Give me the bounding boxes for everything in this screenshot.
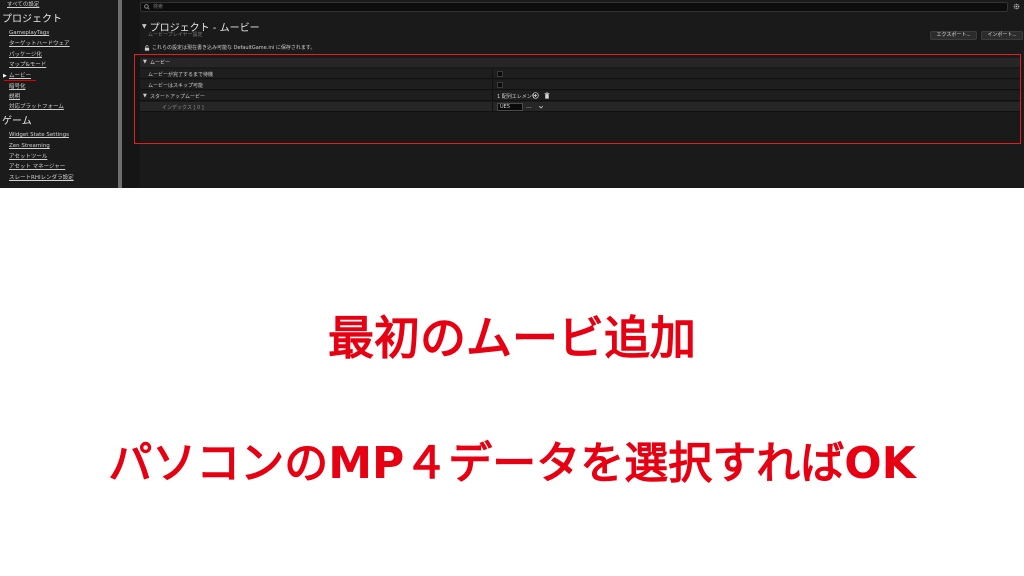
sidebar-item-target-hardware[interactable]: ターゲットハードウェア [9, 41, 70, 48]
chevron-down-icon[interactable] [538, 104, 544, 110]
property-row-wait: ムービーが完了するまで待機 [140, 69, 1020, 79]
export-button[interactable]: エクスポート... [930, 31, 977, 40]
config-info-text: これらの設定は現在書き込み可能な DefaultGame.ini に保存されます… [152, 45, 316, 51]
all-settings-link[interactable]: すべての設定 [7, 2, 39, 9]
sidebar-item-supported-platforms[interactable]: 対応プラットフォーム [9, 104, 64, 111]
search-input[interactable] [153, 3, 993, 11]
editor-screenshot: すべての設定 プロジェクト GameplayTags ターゲットハードウェア パ… [0, 0, 1024, 188]
property-row-skippable: ムービーはスキップ可能 [140, 80, 1020, 90]
unlock-icon [144, 44, 150, 51]
sidebar-item-description[interactable]: 説明 [9, 94, 20, 101]
sidebar-item-packaging[interactable]: パッケージ化 [9, 52, 42, 59]
collapse-arrow-icon[interactable]: ▼ [142, 23, 147, 30]
add-element-icon[interactable] [532, 92, 539, 99]
section-title: ムービー [150, 60, 171, 66]
gear-icon[interactable] [1013, 3, 1020, 10]
search-bar [140, 2, 1008, 12]
page-subtitle: ムービープレイヤー設定 [148, 32, 203, 38]
column-divider[interactable] [492, 91, 493, 101]
property-label-wait: ムービーが完了するまで待機 [148, 72, 214, 78]
property-label-startup: スタートアップムービー [150, 94, 206, 100]
expand-arrow-icon[interactable]: ▼ [143, 93, 147, 99]
sidebar-item-asset-tools[interactable]: アセットツール [9, 154, 47, 161]
page-title-row: ▼ プロジェクト - ムービー [142, 16, 260, 34]
property-label-index: インデックス [ 0 ] [162, 105, 204, 111]
array-element-count: 1 配列エレメント [497, 94, 537, 100]
section-header-movies[interactable]: ▼ ムービー [140, 58, 1020, 67]
property-row-startup-movies: ▼ スタートアップムービー 1 配列エレメント [140, 91, 1020, 101]
sidebar-item-zen-streaming[interactable]: Zen Streaming [9, 143, 50, 150]
section-collapse-icon[interactable]: ▼ [143, 59, 147, 65]
sidebar-item-encryption[interactable]: 暗号化 [9, 84, 26, 91]
column-divider[interactable] [492, 102, 493, 112]
sidebar-item-widget-state[interactable]: Widget State Settings [9, 132, 69, 139]
category-game: ゲーム [2, 116, 32, 127]
search-icon [144, 4, 150, 10]
movie-path-input[interactable] [497, 103, 523, 111]
browse-button[interactable]: ... [526, 103, 532, 110]
config-info: これらの設定は現在書き込み可能な DefaultGame.ini に保存されます… [144, 44, 315, 51]
sidebar-scrollbar[interactable] [118, 0, 122, 188]
category-project: プロジェクト [2, 14, 62, 25]
caption-line-2: パソコンのMP４データを選択すればOK [108, 438, 916, 489]
sidebar-item-maps-modes[interactable]: マップ&モード [9, 62, 46, 69]
settings-sidebar: すべての設定 プロジェクト GameplayTags ターゲットハードウェア パ… [0, 0, 118, 188]
import-button[interactable]: インポート... [981, 31, 1023, 40]
sidebar-item-slate-rhi[interactable]: スレートRHIレンダラ設定 [9, 175, 74, 182]
selected-arrow-icon: ▶ [3, 73, 7, 79]
wait-checkbox[interactable] [497, 71, 503, 77]
caption-line-1: 最初のムービ追加 [328, 311, 696, 365]
column-divider[interactable] [492, 80, 493, 90]
property-row-index-0: インデックス [ 0 ] ... [140, 102, 1020, 112]
sidebar-item-asset-manager[interactable]: アセット マネージャー [9, 164, 65, 171]
trash-icon[interactable] [544, 92, 550, 99]
column-divider[interactable] [492, 69, 493, 79]
settings-panel: ▼プロジェクト - ムービー ムービープレイヤー設定 エクスポート... インポ… [140, 0, 1024, 188]
sidebar-item-gameplaytags[interactable]: GameplayTags [9, 30, 49, 37]
scrollbar-thumb[interactable] [118, 0, 122, 188]
selected-underline [4, 80, 36, 81]
sidebar-item-movies[interactable]: ムービー [9, 73, 31, 80]
property-label-skippable: ムービーはスキップ可能 [148, 83, 204, 89]
skippable-checkbox[interactable] [497, 82, 503, 88]
